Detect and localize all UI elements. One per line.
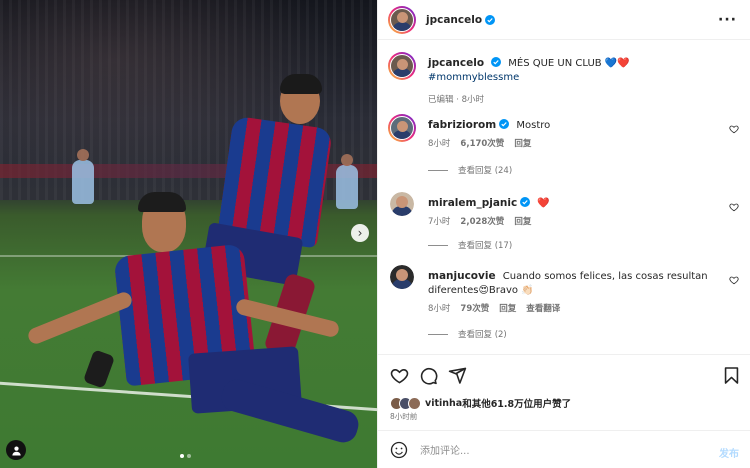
avatar[interactable]: [388, 5, 416, 34]
reply-button[interactable]: 回复: [499, 302, 516, 316]
comment-text: Mostro: [516, 120, 551, 131]
view-replies-button[interactable]: 查看回复 (17): [428, 239, 512, 251]
heart-icon[interactable]: [390, 366, 409, 385]
likes-summary[interactable]: vitinha 和其他61.8万位用户赞了: [390, 396, 571, 410]
translate-button[interactable]: 查看翻译: [526, 302, 560, 316]
post-side-panel: jpcancelo ··· jpcancelo MÉS QUE UN CLUB …: [377, 0, 750, 468]
comment-time: 8小时: [428, 139, 451, 149]
comments-list: jpcancelo MÉS QUE UN CLUB 💙❤️ #mommybles…: [378, 41, 750, 353]
share-icon[interactable]: [448, 366, 467, 385]
avatar[interactable]: [390, 265, 414, 289]
heart-icon[interactable]: [729, 275, 739, 285]
comment-time: 8小时: [428, 304, 451, 314]
view-replies-label: 查看回复 (17): [458, 241, 513, 251]
post-time: 8小时前: [390, 412, 418, 421]
chevron-right-icon[interactable]: ›: [351, 224, 369, 242]
view-replies-label: 查看回复 (2): [458, 330, 507, 340]
caption-emojis: 💙❤️: [604, 58, 630, 69]
avatar[interactable]: [390, 192, 414, 216]
post-button[interactable]: 发布: [719, 445, 739, 460]
carousel-dots: [180, 454, 191, 458]
comment-likes[interactable]: 79次赞: [460, 302, 489, 316]
heart-icon[interactable]: [729, 124, 739, 134]
comment-likes[interactable]: 2,028次赞: [460, 215, 504, 229]
comment-time: 7小时: [428, 217, 451, 227]
heart-icon[interactable]: [729, 202, 739, 212]
user-tag-icon[interactable]: [6, 440, 26, 460]
header-username[interactable]: jpcancelo: [426, 14, 482, 26]
post-photo[interactable]: ›: [0, 0, 377, 468]
verified-icon: [491, 57, 502, 67]
emoji-icon[interactable]: [390, 441, 408, 459]
comment-likes[interactable]: 6,170次赞: [460, 137, 504, 151]
comment-username[interactable]: manjucovie: [428, 270, 496, 282]
avatar[interactable]: [388, 114, 416, 142]
reply-button[interactable]: 回复: [514, 215, 531, 229]
background-player: [336, 154, 358, 209]
caption-hashtag[interactable]: #mommyblessme: [428, 71, 728, 85]
verified-icon: [499, 119, 510, 129]
caption-username[interactable]: jpcancelo: [428, 57, 484, 69]
view-replies-button[interactable]: 查看回复 (24): [428, 164, 512, 176]
comment-username[interactable]: fabriziorom: [428, 119, 496, 131]
comment-input[interactable]: 添加评论...: [420, 442, 750, 457]
comment-text: ❤️: [537, 198, 550, 209]
avatar[interactable]: [388, 52, 416, 80]
view-replies-button[interactable]: 查看回复 (2): [428, 328, 507, 340]
post-actions: vitinha 和其他61.8万位用户赞了 8小时前: [378, 354, 750, 424]
view-replies-label: 查看回复 (24): [458, 166, 513, 176]
background-player: [72, 149, 94, 204]
likes-count[interactable]: 和其他61.8万位用户赞了: [462, 396, 571, 410]
caption-text: MÉS QUE UN CLUB: [508, 58, 602, 69]
likes-username[interactable]: vitinha: [425, 398, 462, 409]
caption-meta: 已编辑 · 8小时: [428, 95, 485, 105]
reply-button[interactable]: 回复: [514, 137, 531, 151]
verified-icon: [485, 14, 496, 25]
avatar: [408, 396, 421, 410]
verified-icon: [520, 197, 531, 207]
bookmark-icon[interactable]: [722, 366, 741, 385]
comment-username[interactable]: miralem_pjanic: [428, 197, 517, 209]
more-icon[interactable]: ···: [718, 12, 737, 28]
comment-icon[interactable]: [419, 366, 438, 385]
add-comment-bar: 添加评论... 发布: [378, 430, 750, 468]
post-header: jpcancelo ···: [378, 0, 750, 40]
